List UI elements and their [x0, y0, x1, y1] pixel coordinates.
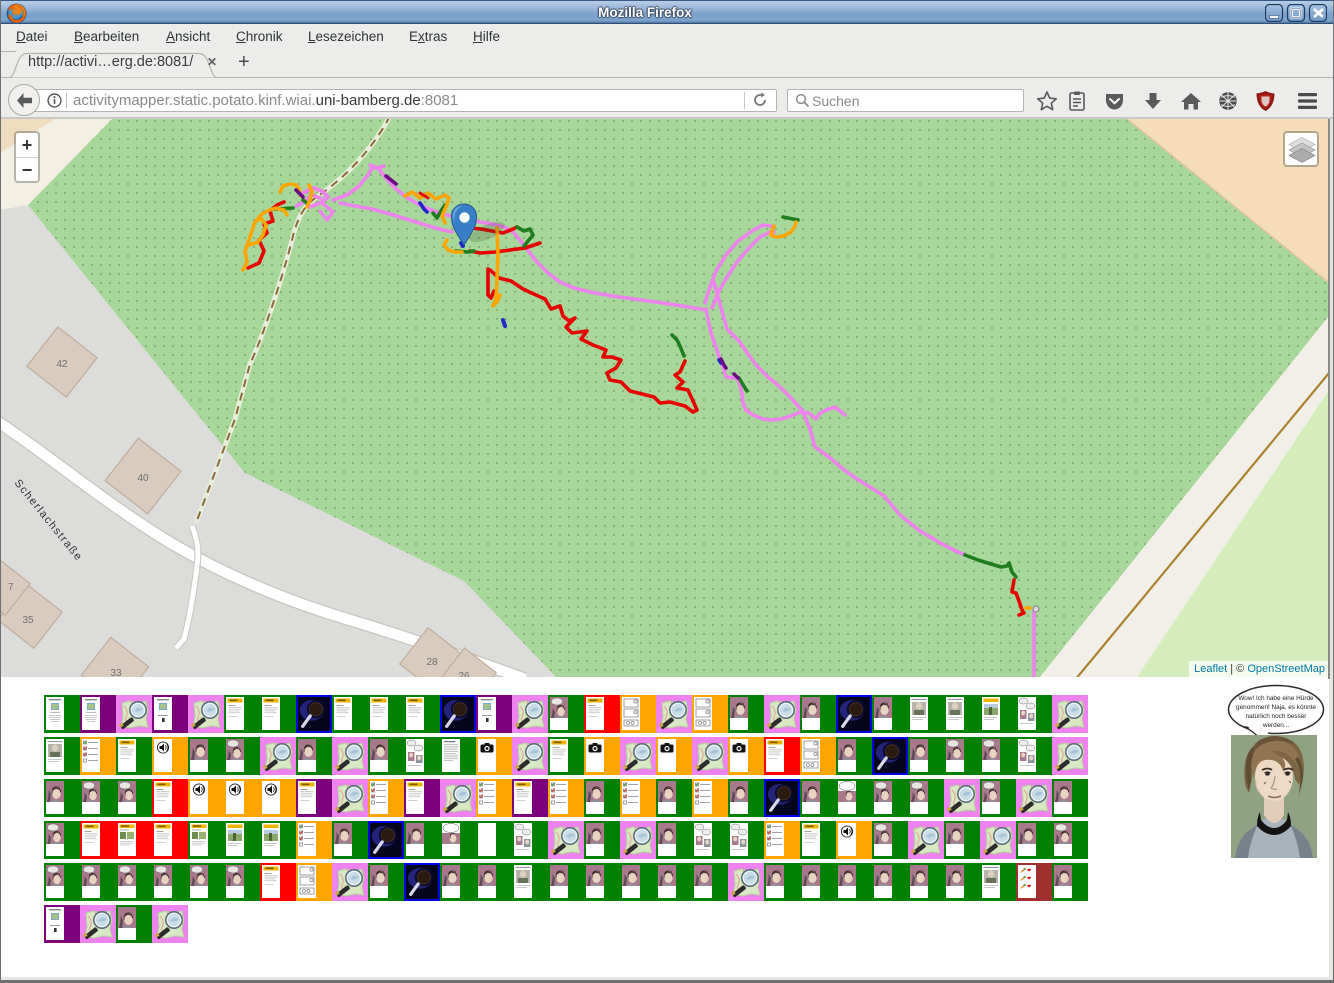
svg-text:Wow! Ich habe eine Hürde: Wow! Ich habe eine Hürde: [1238, 695, 1314, 702]
svg-text:7: 7: [8, 582, 14, 593]
svg-text:42: 42: [56, 359, 68, 370]
svg-text:werden...: werden...: [1262, 722, 1290, 729]
svg-text:35: 35: [22, 615, 34, 626]
svg-text:genommen! Naja, es könnte: genommen! Naja, es könnte: [1236, 704, 1316, 711]
svg-text:40: 40: [137, 473, 149, 484]
svg-text:natürlich noch besser: natürlich noch besser: [1246, 713, 1308, 720]
svg-text:28: 28: [426, 657, 438, 668]
svg-text:33: 33: [110, 668, 122, 677]
